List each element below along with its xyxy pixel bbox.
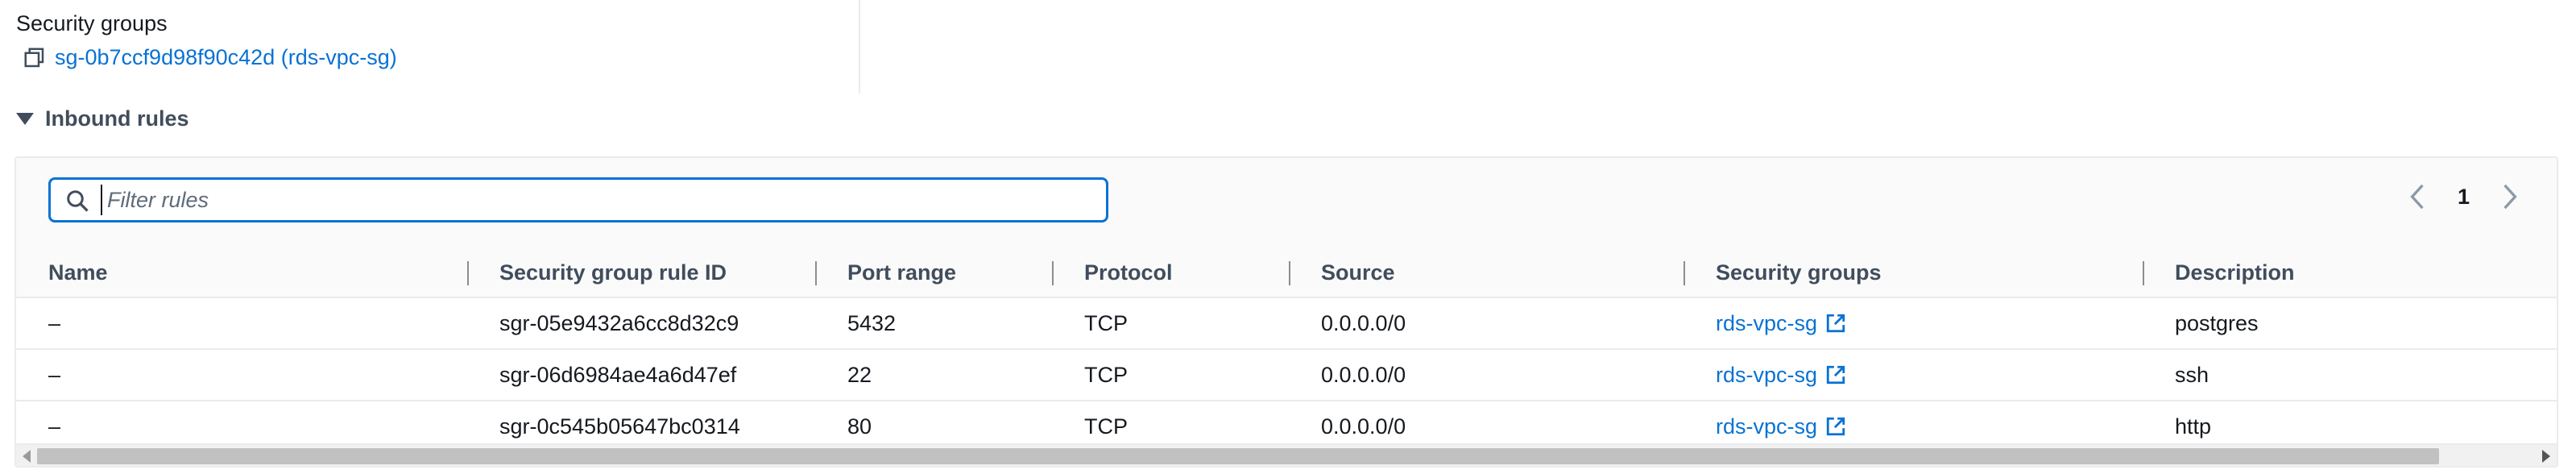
inbound-rules-title: Inbound rules	[45, 106, 189, 131]
security-groups-label: Security groups	[16, 11, 168, 35]
caret-down-icon	[16, 113, 34, 125]
security-group-link[interactable]: rds-vpc-sg	[1716, 363, 1817, 387]
column-resizer[interactable]	[1684, 261, 1685, 285]
filter-box	[48, 177, 1108, 222]
scrollbar-thumb[interactable]	[37, 448, 2439, 464]
cell-name: –	[16, 349, 467, 401]
cell-source: 0.0.0.0/0	[1289, 349, 1684, 401]
scroll-right-arrow-icon[interactable]	[2542, 450, 2550, 463]
cell-port-range: 22	[815, 349, 1052, 401]
column-header-source[interactable]: Source	[1289, 248, 1684, 298]
copy-icon[interactable]	[23, 46, 47, 70]
cell-source: 0.0.0.0/0	[1289, 297, 1684, 350]
security-group-link[interactable]: sg-0b7ccf9d98f90c42d (rds-vpc-sg)	[55, 45, 397, 70]
column-resizer[interactable]	[815, 261, 817, 285]
chevron-left-icon[interactable]	[2406, 182, 2429, 211]
horizontal-scrollbar[interactable]	[16, 443, 2557, 466]
column-header-rule-id[interactable]: Security group rule ID	[467, 248, 815, 298]
column-resizer[interactable]	[467, 261, 469, 285]
cell-security-group: rds-vpc-sg	[1684, 349, 2143, 401]
cell-protocol: TCP	[1052, 349, 1289, 401]
search-icon	[67, 190, 89, 212]
cell-description: ssh	[2143, 349, 2557, 401]
column-header-protocol[interactable]: Protocol	[1052, 248, 1289, 298]
column-resizer[interactable]	[1052, 261, 1054, 285]
cell-protocol: TCP	[1052, 297, 1289, 350]
column-header-name[interactable]: Name	[16, 248, 467, 298]
inbound-rules-panel: 1 Name Security group rule ID Port range…	[14, 156, 2558, 468]
page-number[interactable]: 1	[2458, 185, 2470, 210]
cell-rule-id: sgr-05e9432a6cc8d32c9	[467, 297, 815, 350]
external-link-icon[interactable]	[1825, 364, 1846, 385]
column-header-port-range[interactable]: Port range	[815, 248, 1052, 298]
cell-rule-id: sgr-06d6984ae4a6d47ef	[467, 349, 815, 401]
column-header-security-groups[interactable]: Security groups	[1684, 248, 2143, 298]
filter-rules-input[interactable]	[101, 185, 1090, 215]
table-header-row: Name Security group rule ID Port range P…	[16, 248, 2557, 298]
cell-name: –	[16, 297, 467, 350]
column-resizer[interactable]	[1289, 261, 1290, 285]
inbound-rules-table: Name Security group rule ID Port range P…	[16, 248, 2557, 451]
column-resizer[interactable]	[2143, 261, 2144, 285]
column-divider	[859, 0, 860, 94]
security-group-link[interactable]: rds-vpc-sg	[1716, 414, 1817, 439]
chevron-right-icon[interactable]	[2499, 182, 2521, 211]
pagination: 1	[2406, 182, 2521, 211]
scroll-left-arrow-icon[interactable]	[23, 450, 31, 463]
table-row: – sgr-05e9432a6cc8d32c9 5432 TCP 0.0.0.0…	[16, 297, 2557, 350]
cell-port-range: 5432	[815, 297, 1052, 350]
column-header-description[interactable]: Description	[2143, 248, 2557, 298]
table-row: – sgr-06d6984ae4a6d47ef 22 TCP 0.0.0.0/0…	[16, 349, 2557, 401]
external-link-icon[interactable]	[1825, 313, 1846, 334]
cell-security-group: rds-vpc-sg	[1684, 297, 2143, 350]
cell-description: postgres	[2143, 297, 2557, 350]
inbound-rules-toggle[interactable]: Inbound rules	[16, 106, 189, 131]
security-group-link[interactable]: rds-vpc-sg	[1716, 311, 1817, 335]
external-link-icon[interactable]	[1825, 416, 1846, 437]
security-group-link-row: sg-0b7ccf9d98f90c42d (rds-vpc-sg)	[23, 45, 397, 70]
